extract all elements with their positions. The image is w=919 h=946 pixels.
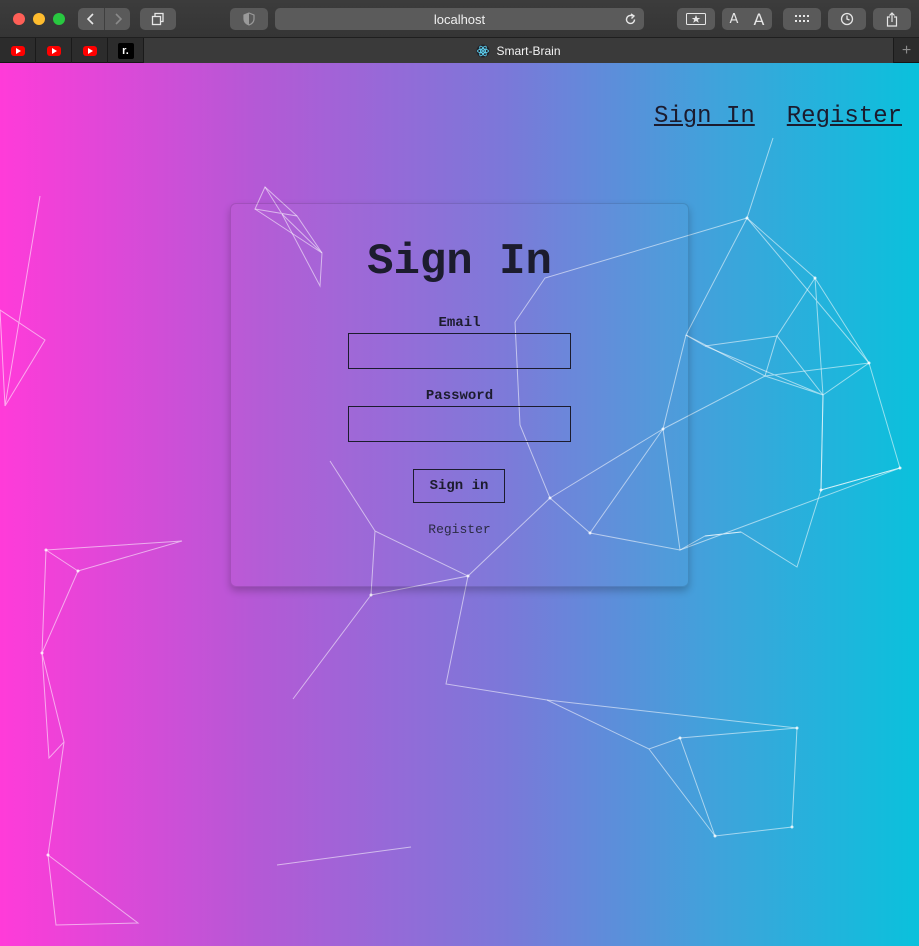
address-bar[interactable]: localhost [275,8,644,30]
r-logo-icon: r. [117,42,134,59]
shield-icon [243,12,255,26]
sign-in-card: Sign In Email Password Sign in Register [230,203,689,587]
nav-register-link[interactable]: Register [787,103,902,130]
url-text: localhost [433,11,486,27]
reload-icon [625,12,635,24]
youtube-icon [82,45,97,56]
bookmarks-button[interactable] [677,8,715,30]
zoom-window-button[interactable] [53,13,65,25]
share-button[interactable] [873,8,911,30]
password-field[interactable] [348,406,571,442]
history-nav [78,8,130,30]
browser-titlebar: localhost A A [0,0,919,38]
sign-in-button[interactable]: Sign in [413,469,505,503]
clock-icon [840,12,854,26]
password-label: Password [425,388,494,404]
register-link[interactable]: Register [231,522,688,537]
history-button[interactable] [828,8,866,30]
back-button[interactable] [78,8,104,30]
pinned-tab-r[interactable]: r. [108,38,144,63]
chevron-left-icon [86,13,94,25]
page-background: Sign In Register Sign In Email Password … [0,63,919,946]
forward-button[interactable] [104,8,130,30]
pinned-tab-youtube-3[interactable] [72,38,108,63]
close-window-button[interactable] [13,13,25,25]
reader-text-size-group: A A [722,8,772,30]
pinned-tab-youtube-2[interactable] [36,38,72,63]
minimize-window-button[interactable] [33,13,45,25]
tab-overview-button[interactable] [140,8,176,30]
tabs-icon [151,12,164,26]
extensions-grid-button[interactable] [783,8,821,30]
email-field[interactable] [348,333,571,369]
pinned-tab-youtube-1[interactable] [0,38,36,63]
youtube-icon [46,45,61,56]
nav-sign-in-link[interactable]: Sign In [654,103,755,130]
grid-icon [795,15,809,22]
new-tab-button[interactable]: + [893,38,919,63]
bookmark-star-icon [686,13,706,25]
reload-button[interactable] [620,9,640,29]
decrease-text-size-button[interactable]: A [730,12,739,27]
active-tab[interactable]: Smart-Brain [144,38,893,63]
youtube-icon [10,45,25,56]
increase-text-size-button[interactable]: A [754,10,765,29]
privacy-report-button[interactable] [230,8,268,30]
chevron-right-icon [114,13,122,25]
page-title: Sign In [367,237,552,287]
share-icon [886,11,898,27]
react-atom-icon [476,44,490,57]
top-nav: Sign In Register [654,103,902,130]
email-label: Email [438,315,481,331]
tab-bar: r. Smart-Brain + [0,38,919,63]
active-tab-title: Smart-Brain [496,43,561,58]
